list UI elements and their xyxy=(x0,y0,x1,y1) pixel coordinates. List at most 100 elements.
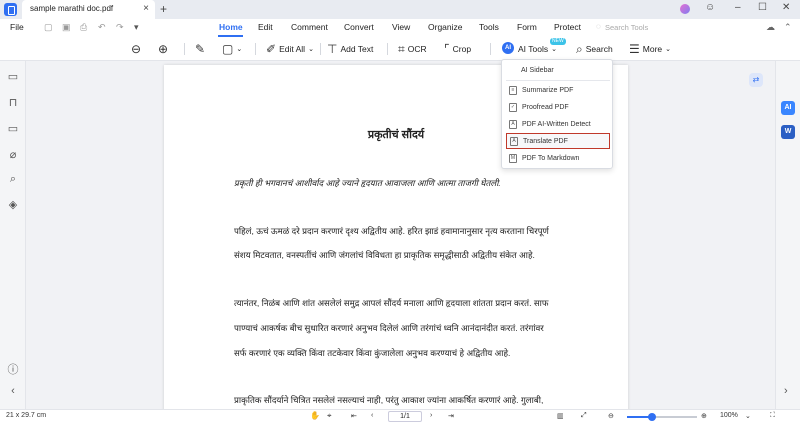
quick-access-dropdown-icon[interactable]: ▾ xyxy=(134,22,139,33)
add-text-label: Add Text xyxy=(340,44,374,54)
title-bar: sample marathi doc.pdf × + ☺ – ☐ ✕ xyxy=(0,0,800,19)
collapse-ribbon-icon[interactable]: ⌃ xyxy=(784,22,792,33)
menu-convert[interactable]: Convert xyxy=(344,22,374,32)
ocr-button[interactable]: ⌗ OCR xyxy=(398,41,427,57)
zoom-dropdown-icon[interactable]: ⌄ xyxy=(745,412,751,420)
first-page-icon[interactable]: ⇤ xyxy=(351,412,357,420)
comment-icon[interactable]: ▭ xyxy=(6,122,20,135)
markdown-icon: M xyxy=(509,153,517,163)
menu-home[interactable]: Home xyxy=(219,22,243,32)
thumbnails-icon[interactable]: ▭ xyxy=(6,70,20,83)
lightbulb-icon: ◌ xyxy=(596,22,601,31)
document-line: संशय मिटवतात, वनस्पतींचं आणि जंगलांचं वि… xyxy=(234,250,535,260)
summarize-icon: ≡ xyxy=(509,85,517,95)
edit-all-button[interactable]: ✐ Edit All ⌄ xyxy=(266,41,314,57)
ai-menu-item-proofread[interactable]: ✓ Proofread PDF xyxy=(506,99,610,115)
add-text-button[interactable]: ⊤ Add Text xyxy=(327,41,373,57)
maximize-icon[interactable]: ☐ xyxy=(758,2,767,13)
zoom-slider-track[interactable] xyxy=(652,416,697,418)
shape-button[interactable]: ▢ ⌄ xyxy=(222,41,242,57)
document-tab[interactable]: sample marathi doc.pdf × xyxy=(22,0,155,19)
ai-menu-item-markdown[interactable]: M PDF To Markdown xyxy=(506,150,610,166)
search-tools-field[interactable]: Search Tools xyxy=(605,23,648,32)
collapse-right-icon[interactable]: › xyxy=(784,385,788,397)
document-line: पाण्याचं आकर्षक बीच सुधारित करणारं अनुभव… xyxy=(234,323,544,333)
zoom-out-icon[interactable]: ⊖ xyxy=(608,412,614,420)
zoom-out-icon: ⊖ xyxy=(131,42,142,56)
fit-page-icon[interactable]: ⤢ xyxy=(581,412,587,420)
close-window-icon[interactable]: ✕ xyxy=(782,2,790,13)
menu-file[interactable]: File xyxy=(10,22,24,32)
menu-edit[interactable]: Edit xyxy=(258,22,273,32)
menu-tools[interactable]: Tools xyxy=(479,22,499,32)
menu-form[interactable]: Form xyxy=(517,22,537,32)
toolbar-divider xyxy=(387,43,388,55)
ai-menu-item-ai-sidebar[interactable]: AI Sidebar xyxy=(506,62,610,78)
chevron-down-icon: ⌄ xyxy=(236,46,243,53)
menu-icon: ☰ xyxy=(629,42,640,56)
attachment-icon[interactable]: ⌀ xyxy=(6,148,20,161)
search-icon[interactable]: ⌕ xyxy=(6,173,20,186)
help-icon[interactable]: ⓘ xyxy=(6,361,20,377)
page-layout-icon[interactable]: ▥ xyxy=(557,412,564,420)
menu-comment[interactable]: Comment xyxy=(291,22,328,32)
zoom-in-button[interactable]: ⊕ xyxy=(158,41,168,57)
zoom-in-icon[interactable]: ⊕ xyxy=(701,412,707,420)
page-number-input[interactable]: 1/1 xyxy=(388,411,422,422)
translate-floating-icon[interactable]: ⇄ xyxy=(749,73,763,87)
avatar[interactable] xyxy=(680,4,690,14)
more-button[interactable]: ☰ More ⌄ xyxy=(629,41,671,57)
new-tab-button[interactable]: + xyxy=(160,2,167,16)
prev-page-icon[interactable]: ‹ xyxy=(371,412,373,419)
toolbar-divider xyxy=(490,43,491,55)
word-convert-icon[interactable]: W xyxy=(781,125,795,139)
crop-icon: ⌜ xyxy=(444,42,450,56)
bookmark-icon[interactable]: ⊓ xyxy=(6,96,20,109)
more-label: More xyxy=(642,44,663,54)
left-sidebar: ▭ ⊓ ▭ ⌀ ⌕ ◈ ⓘ ‹ xyxy=(0,61,26,409)
text-box-icon: ⊤ xyxy=(327,42,338,56)
chevron-down-icon: ⌄ xyxy=(551,46,557,53)
fullscreen-icon[interactable]: ⛶ xyxy=(770,412,775,420)
document-line: पहिलं, ऊचं ऊमळं दरे प्रदान करणारं दृश्य … xyxy=(234,226,549,236)
ai-menu-item-summarize[interactable]: ≡ Summarize PDF xyxy=(506,82,610,98)
minimize-icon[interactable]: – xyxy=(735,2,741,13)
ai-menu-item-label: PDF To Markdown xyxy=(522,154,580,162)
new-doc-icon[interactable]: ▢ xyxy=(44,22,53,33)
undo-icon[interactable]: ↶ xyxy=(98,22,106,33)
menu-divider xyxy=(506,80,610,81)
collapse-left-icon[interactable]: ‹ xyxy=(6,385,20,397)
last-page-icon[interactable]: ⇥ xyxy=(448,412,454,420)
zoom-slider-thumb[interactable] xyxy=(648,413,656,421)
hand-tool-icon[interactable]: ✋ xyxy=(310,411,320,420)
crop-button[interactable]: ⌜ Crop xyxy=(444,41,471,57)
cloud-upload-icon[interactable]: ☁ xyxy=(766,22,775,33)
zoom-level[interactable]: 100% xyxy=(720,412,738,419)
redo-icon[interactable]: ↷ xyxy=(116,22,124,33)
select-tool-icon[interactable]: ⌖ xyxy=(327,411,332,421)
document-viewer[interactable]: प्रकृतीचं सौंदर्य प्रकृती ही भगवानचं आशी… xyxy=(27,61,775,409)
ai-menu-item-ai-detect[interactable]: A PDF AI-Written Detect xyxy=(506,116,610,132)
chevron-down-icon: ⌄ xyxy=(665,46,672,53)
save-icon[interactable]: ▣ xyxy=(62,22,71,33)
ai-menu-item-translate[interactable]: A Translate PDF xyxy=(506,133,610,149)
chevron-down-icon: ⌄ xyxy=(308,46,314,53)
next-page-icon[interactable]: › xyxy=(430,412,432,419)
print-icon[interactable]: ⎙ xyxy=(80,22,87,33)
search-button[interactable]: ⌕ Search xyxy=(576,41,613,57)
toolbar: ⊖ ⊕ ✎ ▢ ⌄ ✐ Edit All ⌄ ⊤ Add Text ⌗ OCR ⌜ Crop… xyxy=(0,37,800,61)
account-icon[interactable]: ☺ xyxy=(705,2,715,13)
rectangle-icon: ▢ xyxy=(222,42,234,56)
ocr-label: OCR xyxy=(407,44,427,54)
menu-organize[interactable]: Organize xyxy=(428,22,463,32)
tab-close-icon[interactable]: × xyxy=(143,3,149,14)
highlight-button[interactable]: ✎ xyxy=(195,41,205,57)
zoom-out-button[interactable]: ⊖ xyxy=(131,41,141,57)
layers-icon[interactable]: ◈ xyxy=(6,198,20,211)
menu-view[interactable]: View xyxy=(392,22,410,32)
toolbar-divider xyxy=(320,43,321,55)
tab-label: sample marathi doc.pdf xyxy=(30,4,114,13)
document-line: त्यानंतर, निळंब आणि शांत असलेलं समुद्र आ… xyxy=(234,298,549,308)
menu-protect[interactable]: Protect xyxy=(554,22,581,32)
ai-assistant-icon[interactable]: AI xyxy=(781,101,795,115)
